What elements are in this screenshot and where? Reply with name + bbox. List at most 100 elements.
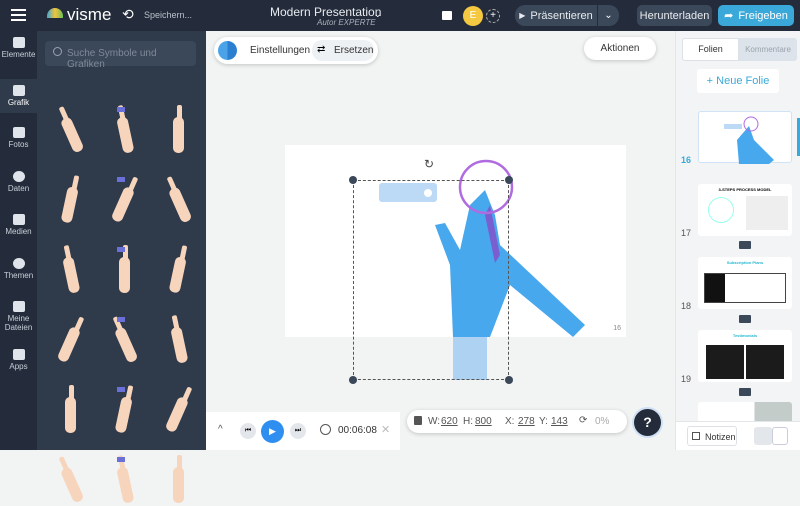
video-icon (12, 214, 25, 225)
play-icon: ▶ (519, 11, 526, 20)
apps-grid-icon (12, 349, 25, 360)
share-button[interactable]: ➦ Freigeben (718, 5, 794, 26)
width-input[interactable]: 620 (441, 416, 458, 427)
slide-thumbnail-18[interactable]: Subscription Plans (698, 257, 792, 309)
saving-status: Speichern... (144, 10, 193, 20)
actions-button[interactable]: Aktionen (584, 37, 656, 60)
author-label: Autor EXPERTE (317, 18, 376, 27)
rail-label: Elemente (1, 50, 36, 59)
settings-button[interactable]: Einstellungen (250, 45, 310, 56)
notes-button[interactable]: Notizen (687, 426, 737, 446)
lock-icon[interactable] (414, 416, 422, 425)
undo-icon[interactable]: ⟲ (122, 6, 134, 23)
color-swatch-button[interactable] (218, 41, 237, 60)
rotation-input[interactable]: 0% (595, 416, 609, 427)
graphic-thumbnail[interactable] (105, 381, 145, 433)
graphic-thumbnail[interactable] (159, 241, 199, 293)
graphic-thumbnail[interactable] (51, 101, 91, 153)
element-toolbar: Einstellungen ⇄ Ersetzen (214, 37, 378, 64)
replace-button[interactable]: ⇄ Ersetzen (312, 40, 374, 61)
present-options-button[interactable]: ⌄ (598, 5, 619, 26)
replace-icon: ⇄ (317, 44, 326, 55)
present-button[interactable]: ▶ Präsentieren (515, 5, 597, 26)
y-input[interactable]: 143 (551, 416, 568, 427)
graphic-thumbnail[interactable] (105, 311, 145, 363)
rail-item-graphics[interactable]: Grafik (0, 79, 37, 113)
rail-label: Themen (3, 271, 34, 280)
graphic-thumbnail[interactable] (51, 311, 91, 363)
slide-thumbnail-16[interactable] (698, 111, 792, 164)
rotate-handle-icon[interactable]: ↻ (424, 157, 434, 171)
width-label: W: (428, 416, 441, 427)
rail-label: Daten (7, 184, 30, 193)
graphic-thumbnail[interactable] (105, 101, 145, 153)
help-button[interactable]: ? (634, 409, 661, 436)
graphic-thumbnail[interactable] (105, 241, 145, 293)
chevron-up-icon[interactable]: ^ (218, 424, 223, 435)
search-icon (53, 47, 62, 56)
play-button[interactable]: ▶ (261, 420, 284, 443)
rail-item-photos[interactable]: Fotos (0, 127, 37, 157)
timer-value[interactable]: 00:06:08 (338, 425, 377, 436)
top-bar: visme ⟲ Speichern... Modern Presentation… (0, 0, 800, 31)
rail-label: Meine Dateien (4, 314, 33, 332)
share-icon: ➦ (724, 10, 734, 22)
resize-handle[interactable] (349, 376, 357, 384)
y-label: Y: (539, 416, 548, 427)
rail-item-apps[interactable]: Apps (0, 349, 37, 379)
slide-thumbnail-19[interactable]: Testimonials (698, 330, 792, 382)
transition-icon[interactable] (739, 315, 751, 323)
right-footer: Notizen (676, 421, 800, 450)
transition-icon[interactable] (739, 241, 751, 249)
graphic-thumbnail[interactable] (159, 451, 199, 503)
resize-handle[interactable] (505, 176, 513, 184)
rail-item-media[interactable]: Medien (0, 214, 37, 244)
slide-number-18: 18 (681, 301, 692, 311)
visme-logo-icon (47, 8, 63, 18)
present-label: Präsentieren (530, 9, 593, 22)
share-label: Freigeben (738, 9, 788, 22)
presentation-title[interactable]: Modern Presentation (270, 5, 381, 19)
slide-thumbnail-17[interactable]: 3-STEPS PROCESS MODEL (698, 184, 792, 236)
graphic-thumbnail[interactable] (105, 451, 145, 503)
graphic-thumbnail[interactable] (105, 171, 145, 223)
graphic-thumbnail[interactable] (159, 311, 199, 363)
avatar[interactable]: E (463, 6, 483, 26)
search-input[interactable]: Suche Symbole und Grafiken (45, 41, 196, 70)
rail-label: Apps (9, 362, 28, 371)
graphic-thumbnail[interactable] (51, 381, 91, 433)
grid-view-toggle[interactable] (754, 427, 772, 445)
resize-handle[interactable] (349, 176, 357, 184)
notes-icon (692, 432, 700, 440)
rail-label: Fotos (8, 140, 29, 149)
next-button[interactable]: ⏭ (290, 423, 306, 439)
menu-icon[interactable] (11, 9, 26, 21)
graphic-thumbnail[interactable] (51, 171, 91, 223)
tab-slides[interactable]: Folien (682, 38, 739, 61)
graphic-thumbnail[interactable] (159, 381, 199, 433)
previous-button[interactable]: ⏮ (240, 423, 256, 439)
add-collaborator-icon[interactable]: + (486, 9, 500, 23)
height-input[interactable]: 800 (475, 416, 492, 427)
playback-bar: ^ ⏮ ▶ ⏭ 00:06:08 ✕ (206, 412, 400, 450)
x-input[interactable]: 278 (518, 416, 535, 427)
list-view-toggle[interactable] (772, 427, 788, 445)
new-slide-button[interactable]: + Neue Folie (697, 69, 779, 93)
rail-item-data[interactable]: Daten (0, 171, 37, 201)
transition-icon[interactable] (739, 388, 751, 396)
graphic-thumbnail[interactable] (51, 241, 91, 293)
close-icon[interactable]: ✕ (381, 423, 390, 436)
resize-handle[interactable] (505, 376, 513, 384)
rail-item-elements[interactable]: Elemente (0, 37, 37, 73)
graphic-thumbnail[interactable] (159, 101, 199, 153)
graphic-thumbnail[interactable] (51, 451, 91, 503)
x-label: X: (505, 416, 515, 427)
graphic-thumbnail[interactable] (159, 171, 199, 223)
comments-icon[interactable] (442, 11, 452, 20)
download-button[interactable]: Herunterladen (637, 5, 712, 26)
notes-label: Notizen (705, 432, 736, 442)
rail-item-themes[interactable]: Themen (0, 258, 37, 288)
rail-item-my-files[interactable]: Meine Dateien (0, 301, 37, 337)
rail-label: Medien (5, 227, 32, 236)
tab-comments[interactable]: Kommentare (739, 38, 797, 61)
